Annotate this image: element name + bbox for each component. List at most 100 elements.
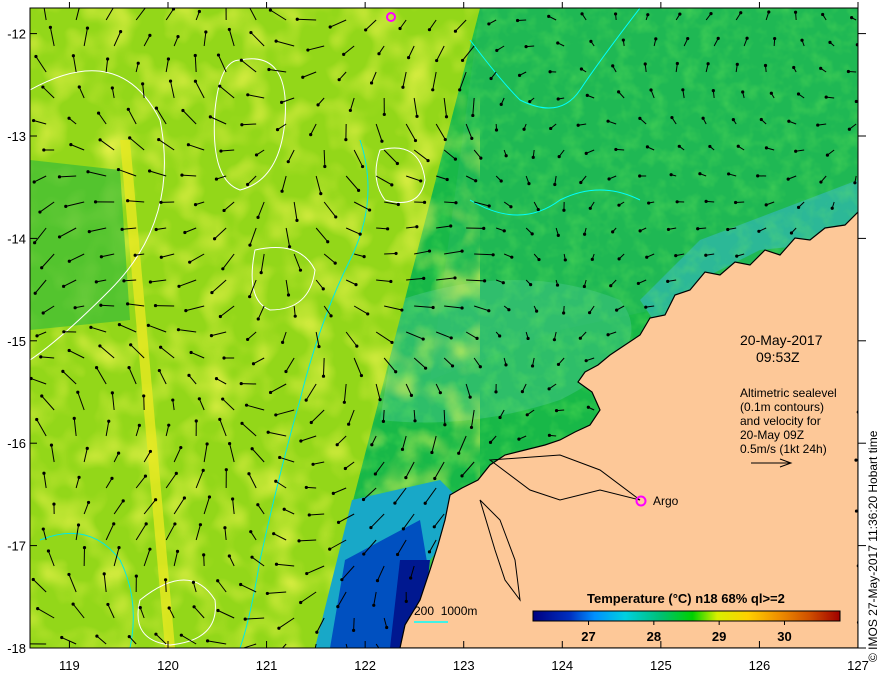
velocity-arrow-head xyxy=(274,413,278,417)
velocity-arrow-head xyxy=(168,79,173,83)
velocity-arrow-head xyxy=(764,146,769,150)
velocity-arrow-head xyxy=(243,617,247,621)
velocity-arrow-head xyxy=(154,632,158,636)
velocity-arrow-head xyxy=(110,86,114,90)
velocity-arrow-head xyxy=(704,253,708,257)
velocity-arrow-head xyxy=(224,468,228,472)
velocity-arrow-head xyxy=(531,155,535,159)
velocity-arrow-head xyxy=(126,302,130,306)
velocity-arrow-head xyxy=(510,255,514,259)
velocity-arrow-head xyxy=(312,656,315,659)
velocity-arrow-head xyxy=(193,79,198,83)
velocity-arrow-head xyxy=(174,471,178,475)
velocity-arrow-head xyxy=(287,245,292,249)
velocity-arrow-head xyxy=(617,257,621,261)
velocity-arrow-head xyxy=(316,103,320,107)
velocity-arrow-head xyxy=(62,330,66,334)
velocity-arrow-head xyxy=(159,200,163,204)
velocity-arrow-head xyxy=(579,67,584,71)
velocity-arrow-head xyxy=(825,153,830,157)
velocity-arrow-head xyxy=(796,92,801,96)
velocity-arrow-head xyxy=(675,61,679,66)
velocity-arrow-head xyxy=(438,391,442,395)
velocity-arrow-head xyxy=(607,177,611,181)
velocity-arrow-head xyxy=(731,118,735,122)
velocity-arrow-head xyxy=(157,137,161,142)
velocity-arrow-head xyxy=(352,628,356,633)
velocity-arrow-head xyxy=(240,421,244,425)
velocity-arrow-head xyxy=(432,525,436,529)
velocity-arrow-head xyxy=(159,345,163,349)
velocity-arrow-head xyxy=(499,179,503,183)
velocity-arrow-head xyxy=(675,200,679,204)
velocity-arrow-head xyxy=(67,116,71,120)
velocity-arrow-head xyxy=(77,85,81,89)
velocity-arrow-head xyxy=(57,175,62,179)
y-tick-label: -16 xyxy=(7,436,26,451)
velocity-arrow-head xyxy=(62,284,66,288)
velocity-arrow-head xyxy=(527,181,531,186)
velocity-arrow-head xyxy=(347,651,350,654)
velocity-arrow-head xyxy=(487,22,491,26)
velocity-arrow-head xyxy=(116,167,121,172)
velocity-arrow-head xyxy=(274,39,278,43)
velocity-arrow-head xyxy=(759,117,763,122)
velocity-arrow-head xyxy=(184,308,188,313)
velocity-arrow-head xyxy=(356,188,361,192)
velocity-arrow-head xyxy=(460,58,465,63)
velocity-arrow-head xyxy=(504,363,508,367)
velocity-arrow-head xyxy=(764,203,768,207)
velocity-arrow-head xyxy=(279,100,284,105)
velocity-arrow-head xyxy=(60,635,64,640)
velocity-arrow-head xyxy=(42,471,46,475)
velocity-arrow-head xyxy=(223,526,227,530)
velocity-arrow-head xyxy=(85,26,90,30)
velocity-arrow-head xyxy=(304,485,308,490)
velocity-arrow-head xyxy=(315,630,319,634)
velocity-arrow-head xyxy=(31,118,36,123)
velocity-arrow-head xyxy=(678,12,682,16)
velocity-arrow-head xyxy=(148,169,152,173)
velocity-arrow-head xyxy=(205,639,210,643)
velocity-arrow-head xyxy=(299,600,303,605)
velocity-arrow-head xyxy=(340,578,344,582)
velocity-arrow-head xyxy=(415,225,419,229)
velocity-arrow-head xyxy=(106,57,110,61)
x-tick-label: 123 xyxy=(453,658,475,673)
velocity-arrow-head xyxy=(194,419,198,423)
velocity-arrow-head xyxy=(638,174,642,178)
velocity-arrow-head xyxy=(167,606,171,610)
velocity-arrow xyxy=(858,618,864,622)
velocity-arrow-head xyxy=(556,97,560,101)
velocity-arrow-head xyxy=(207,495,212,499)
velocity-arrow-head xyxy=(400,308,404,312)
velocity-arrow-head xyxy=(469,425,474,430)
velocity-arrow-head xyxy=(355,344,359,348)
velocity-arrow-head xyxy=(525,413,529,417)
velocity-arrow-head xyxy=(419,179,423,183)
velocity-arrow-head xyxy=(247,472,251,476)
velocity-arrow-head xyxy=(99,303,103,307)
velocity-arrow-head xyxy=(562,311,566,315)
velocity-arrow-head xyxy=(186,143,191,147)
velocity-arrow-head xyxy=(143,474,148,478)
svg-text:0.5m/s (1kt 24h): 0.5m/s (1kt 24h) xyxy=(740,442,827,456)
velocity-arrow-head xyxy=(606,119,610,123)
velocity-arrow-head xyxy=(154,498,158,502)
velocity-arrow-head xyxy=(38,210,42,214)
velocity-arrow-head xyxy=(362,255,366,259)
velocity-arrow-head xyxy=(382,112,386,117)
velocity-arrow-head xyxy=(46,549,51,553)
velocity-arrow-head xyxy=(366,312,370,316)
velocity-arrow-head xyxy=(250,555,254,559)
velocity-arrow-head xyxy=(643,62,647,66)
velocity-arrow-head xyxy=(499,102,503,107)
velocity-arrow-head xyxy=(734,200,738,205)
velocity-arrow-head xyxy=(520,390,524,394)
velocity-arrow-head xyxy=(360,164,365,169)
velocity-arrow-head xyxy=(212,237,217,241)
velocity-arrow-head xyxy=(280,189,284,193)
velocity-arrow-head xyxy=(547,14,551,18)
velocity-arrow-head xyxy=(793,10,798,14)
velocity-arrow-head xyxy=(173,522,177,526)
